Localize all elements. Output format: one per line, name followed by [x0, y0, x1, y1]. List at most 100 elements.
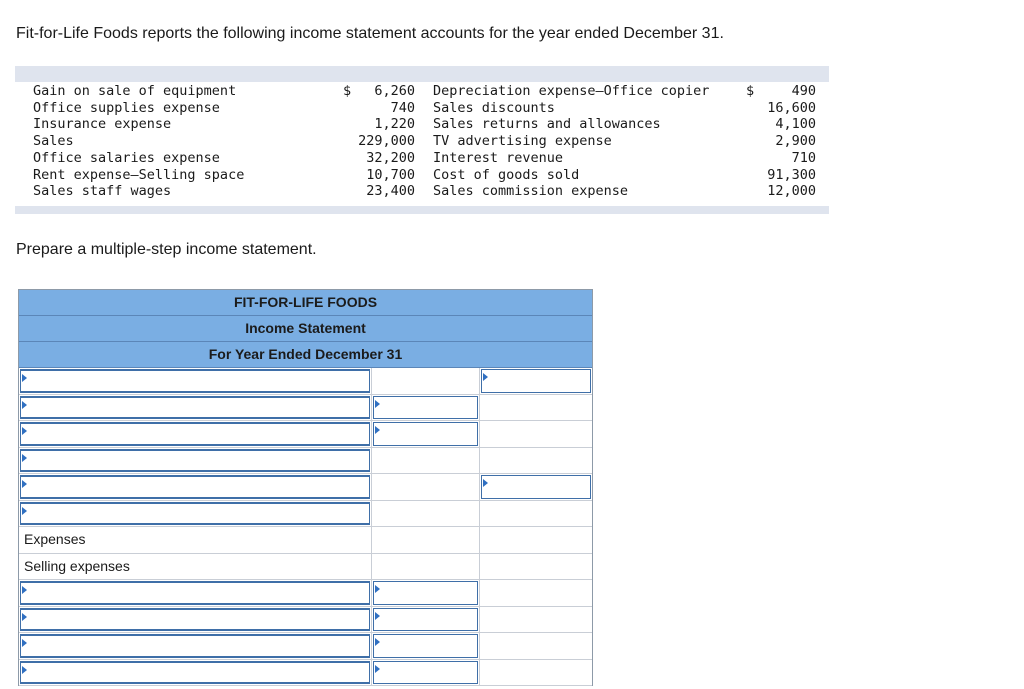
statement-row	[19, 580, 592, 607]
table-bottom-band	[15, 206, 829, 214]
account-name: Sales discounts	[433, 99, 555, 116]
account-amount: 1,220	[343, 116, 415, 133]
amount-value: 4,100	[775, 116, 816, 133]
account-row: Sales staff wages 23,400 Sales commission …	[15, 183, 829, 200]
dropdown-indicator-icon	[22, 586, 27, 594]
amount-value: 16,600	[767, 99, 816, 116]
account-amount: 32,200	[343, 150, 415, 167]
statement-period: For Year Ended December 31	[19, 342, 592, 368]
dropdown-indicator-icon	[22, 506, 27, 515]
statement-row: Selling expenses	[19, 553, 592, 580]
statement-row: Expenses	[19, 527, 592, 554]
account-row: Office salaries expense 32,200 Interest re…	[15, 150, 829, 167]
account-row: Sales 229,000 TV advertising expense 2,900	[15, 133, 829, 150]
account-name: Sales	[33, 133, 74, 150]
amount-cell	[372, 580, 480, 606]
total-input[interactable]	[481, 369, 591, 393]
account-name: Rent expense—Selling space	[33, 166, 245, 183]
account-amount: 229,000	[343, 133, 415, 150]
amount-cell	[372, 633, 480, 659]
label-cell	[19, 447, 372, 473]
amount-value: 91,300	[767, 166, 816, 183]
amount-value: 1,220	[374, 116, 415, 133]
amount-value: 10,700	[366, 166, 415, 183]
table-top-band	[15, 66, 829, 82]
statement-row	[19, 421, 592, 448]
total-cell	[480, 554, 592, 580]
amount-value: 490	[791, 83, 816, 99]
account-dropdown[interactable]	[20, 369, 370, 393]
company-name: FIT-FOR-LIFE FOODS	[19, 290, 592, 316]
account-amount: 2,900	[746, 133, 816, 150]
account-dropdown[interactable]	[20, 607, 370, 631]
account-amount: 16,600	[746, 100, 816, 117]
amount-cell	[372, 606, 480, 632]
amount-input[interactable]	[373, 422, 478, 446]
account-amount: 23,400	[343, 183, 415, 200]
amount-cell	[372, 394, 480, 420]
amount-value: 32,200	[366, 149, 415, 166]
amount-value: 12,000	[767, 183, 816, 200]
account-row: Gain on sale of equipment $6,260 Depreciat…	[15, 83, 829, 100]
amount-cell	[372, 553, 480, 579]
amount-input[interactable]	[373, 395, 478, 419]
account-dropdown[interactable]	[20, 501, 370, 525]
account-dropdown[interactable]	[20, 660, 370, 684]
dropdown-indicator-icon	[375, 638, 380, 646]
amount-value: 23,400	[366, 183, 415, 200]
amount-input[interactable]	[373, 581, 478, 605]
account-dropdown[interactable]	[20, 448, 370, 472]
account-dropdown[interactable]	[20, 475, 370, 499]
total-cell	[480, 368, 592, 394]
total-cell	[480, 607, 592, 633]
statement-row	[19, 368, 592, 395]
statement-row	[19, 659, 592, 686]
dropdown-indicator-icon	[375, 585, 380, 593]
account-name: Sales staff wages	[33, 183, 172, 200]
account-name: Office salaries expense	[33, 149, 220, 166]
amount-value: 6,260	[374, 83, 415, 99]
dropdown-indicator-icon	[22, 639, 27, 647]
currency-symbol: $	[343, 83, 352, 99]
total-cell	[480, 501, 592, 527]
amount-input[interactable]	[373, 634, 478, 658]
dropdown-indicator-icon	[22, 453, 27, 462]
label-cell	[19, 474, 372, 500]
account-name: Sales returns and allowances	[433, 116, 661, 133]
statement-row	[19, 447, 592, 474]
label-cell	[19, 500, 372, 526]
amount-cell	[372, 474, 480, 500]
account-name: Insurance expense	[33, 116, 172, 133]
problem-prompt: Fit-for-Life Foods reports the following…	[16, 25, 724, 42]
total-input[interactable]	[481, 475, 591, 499]
dropdown-indicator-icon	[483, 479, 488, 487]
amount-cell	[372, 368, 480, 394]
account-row: Office supplies expense 740 Sales discount…	[15, 100, 829, 117]
account-name: Gain on sale of equipment	[33, 83, 237, 99]
statement-row	[19, 606, 592, 633]
label-cell	[19, 394, 372, 420]
dropdown-indicator-icon	[375, 611, 380, 620]
label-cell	[19, 606, 372, 632]
account-dropdown[interactable]	[20, 634, 370, 658]
amount-value: 740	[390, 99, 415, 116]
amount-value: 2,900	[775, 133, 816, 150]
amount-input[interactable]	[373, 660, 478, 684]
account-dropdown[interactable]	[20, 422, 370, 446]
dropdown-indicator-icon	[22, 480, 27, 488]
account-name: Sales commission expense	[433, 183, 629, 200]
account-amount: 10,700	[343, 167, 415, 184]
account-dropdown[interactable]	[20, 581, 370, 605]
amount-input[interactable]	[373, 607, 478, 631]
account-amount: 740	[343, 100, 415, 117]
dropdown-indicator-icon	[22, 612, 27, 621]
account-row: Insurance expense 1,220 Sales returns and …	[15, 116, 829, 133]
account-name: Depreciation expense—Office copier	[433, 83, 710, 99]
account-amount: 710	[746, 150, 816, 167]
amount-cell	[372, 447, 480, 473]
account-row: Rent expense—Selling space 10,700 Cost of …	[15, 167, 829, 184]
account-dropdown[interactable]	[20, 395, 370, 419]
dropdown-indicator-icon	[375, 426, 380, 434]
dropdown-indicator-icon	[483, 373, 488, 381]
account-amount: $6,260	[343, 83, 415, 100]
